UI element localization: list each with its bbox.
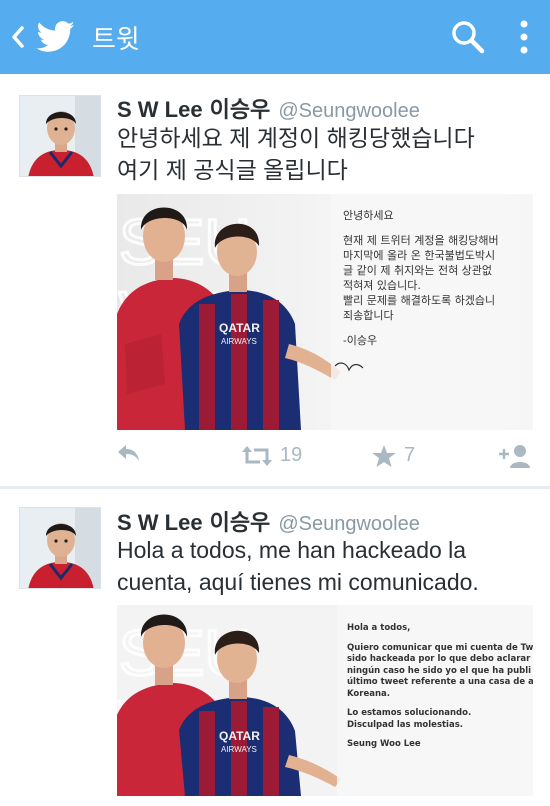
display-name[interactable]: S W Lee [117, 510, 203, 536]
page-title: 트윗 [92, 23, 140, 54]
letter-line: Lo estamos solucionando. [347, 708, 472, 718]
tweet-header: S W Lee 이승우 @Seungwoolee [117, 92, 420, 124]
back-arrow-icon [12, 26, 24, 48]
letter-text: Hola a todos, Quiero comunicar que mi cu… [347, 623, 533, 751]
avatar[interactable] [19, 95, 101, 177]
letter-text: 안녕하세요 현재 제 트위터 계정을 해킹당해버 마지막에 올라 온 한국불법도… [343, 208, 499, 348]
tweet-text: 안녕하세요 제 계정이 해킹당했습니다 여기 제 공식글 올립니다 [117, 122, 537, 186]
more-vertical-icon [520, 20, 528, 54]
letter-line: Koreana. [347, 688, 390, 699]
letter-line: ningún caso he sido yo el que ha publi [347, 665, 532, 676]
tweet-actions: 19 7 [117, 444, 537, 474]
tweet-header: S W Lee 이승우 @Seungwoolee [117, 505, 420, 537]
letter-line: Seung Woo Lee [347, 739, 421, 749]
letter-line: 적혀져 있습니다. [343, 279, 421, 292]
tweet-text: Hola a todos, me han hackeado la cuenta,… [117, 534, 537, 598]
add-user-icon [499, 445, 530, 468]
display-name-korean[interactable]: 이승우 [210, 92, 271, 124]
retweet-icon [242, 445, 272, 466]
star-icon [372, 444, 396, 467]
reply-icon [118, 445, 139, 461]
letter-line: Disculpad las molestias. [347, 719, 463, 730]
user-handle[interactable]: @Seungwoolee [278, 513, 420, 536]
display-name[interactable]: S W Lee [117, 97, 203, 123]
search-icon [452, 21, 485, 54]
tweet-text-line: Hola a todos, me han hackeado la [117, 537, 467, 563]
tweet-text-line: cuenta, aquí tienes mi comunicado. [117, 569, 479, 595]
display-name-korean[interactable]: 이승우 [210, 505, 271, 537]
favorite-button[interactable]: 7 [372, 444, 415, 467]
avatar[interactable] [19, 507, 101, 589]
overflow-menu-button[interactable] [498, 0, 550, 74]
letter-line: 죄송합니다 [343, 309, 394, 322]
tweet[interactable]: S W Lee 이승우 @Seungwoolee 안녕하세요 제 계정이 해킹당… [0, 74, 550, 486]
svg-text:QATAR: QATAR [219, 729, 260, 743]
tweet-media-image[interactable]: SEU WO QATAR AIRWAYS Hola a todos, [117, 605, 533, 796]
letter-line: 마지막에 올라 온 한국불법도박시 [343, 249, 496, 262]
tweet-media-image[interactable]: SEU WO LEE QATAR AIRWAYS [117, 194, 533, 430]
svg-text:AIRWAYS: AIRWAYS [221, 745, 257, 754]
svg-text:AIRWAYS: AIRWAYS [221, 337, 257, 346]
back-button[interactable] [0, 0, 36, 74]
search-button[interactable] [438, 0, 498, 74]
letter-line: Quiero comunicar que mi cuenta de Tw [347, 642, 533, 653]
letter-line: -이승우 [343, 334, 378, 347]
favorite-count: 7 [404, 444, 416, 466]
letter-line: 현재 제 트위터 계정을 해킹당해버 [343, 234, 499, 247]
letter-line: 안녕하세요 [343, 209, 394, 222]
reply-button[interactable] [117, 444, 141, 462]
letter-line: Hola a todos, [347, 623, 411, 633]
retweet-button[interactable]: 19 [242, 444, 302, 467]
svg-text:QATAR: QATAR [219, 321, 260, 335]
retweet-count: 19 [280, 444, 303, 466]
letter-line: 글 같이 제 취지와는 전혀 상관없 [343, 264, 493, 277]
tweet[interactable]: S W Lee 이승우 @Seungwoolee Hola a todos, m… [0, 489, 550, 806]
letter-line: 빨리 문제를 해결하도록 하겠습니 [343, 294, 496, 307]
top-app-bar: 트윗 [0, 0, 550, 74]
follow-button[interactable] [499, 444, 531, 468]
user-handle[interactable]: @Seungwoolee [278, 100, 420, 123]
letter-line: último tweet referente a una casa de a [347, 677, 533, 687]
tweet-text-line: 안녕하세요 제 계정이 해킹당했습니다 [117, 125, 475, 151]
tweet-text-line: 여기 제 공식글 올립니다 [117, 157, 348, 183]
twitter-bird-icon [36, 0, 86, 74]
letter-line: sido hackeada por lo que debo aclarar [347, 654, 531, 664]
